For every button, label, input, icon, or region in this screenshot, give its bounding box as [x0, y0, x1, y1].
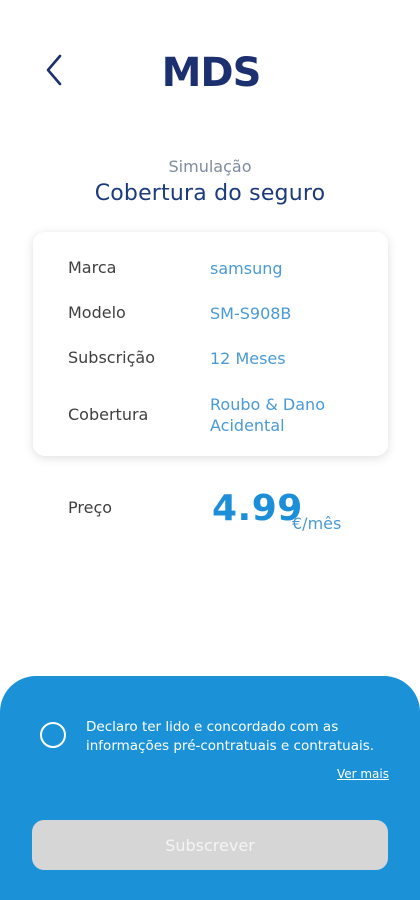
mds-logo: MDS	[156, 50, 266, 94]
detail-value: Roubo & Dano Acidental	[210, 395, 325, 435]
price-unit: €/mês	[292, 514, 342, 533]
simulation-label: Simulação	[168, 157, 252, 176]
detail-label: Cobertura	[68, 405, 149, 424]
agreement-text: Declaro ter lido e concordado com as inf…	[86, 719, 375, 754]
see-more-link[interactable]: Ver mais	[337, 767, 389, 781]
detail-row-model: Modelo SM-S908B	[68, 303, 368, 324]
svg-text:MDS: MDS	[162, 52, 261, 92]
detail-row-brand: Marca samsung	[68, 258, 368, 279]
back-button[interactable]	[36, 52, 72, 92]
detail-row-coverage: Cobertura Roubo & Dano Acidental	[68, 394, 368, 436]
coverage-details-card: Marca samsung Modelo SM-S908B Subscrição…	[33, 232, 388, 456]
agreement-radio[interactable]	[40, 722, 66, 748]
detail-value: samsung	[210, 259, 283, 278]
price-label: Preço	[68, 498, 113, 517]
detail-value: SM-S908B	[210, 304, 292, 323]
subscription-panel: Declaro ter lido e concordado com as inf…	[0, 676, 420, 900]
chevron-left-icon	[44, 53, 64, 91]
detail-value: 12 Meses	[210, 349, 286, 368]
detail-label: Modelo	[68, 303, 126, 322]
detail-label: Marca	[68, 258, 117, 277]
price-value: 4.99	[212, 488, 303, 529]
page-title: Cobertura do seguro	[94, 181, 326, 206]
subscribe-button[interactable]: Subscrever	[32, 820, 388, 870]
detail-label: Subscrição	[68, 348, 155, 367]
detail-row-subscription: Subscrição 12 Meses	[68, 348, 368, 369]
